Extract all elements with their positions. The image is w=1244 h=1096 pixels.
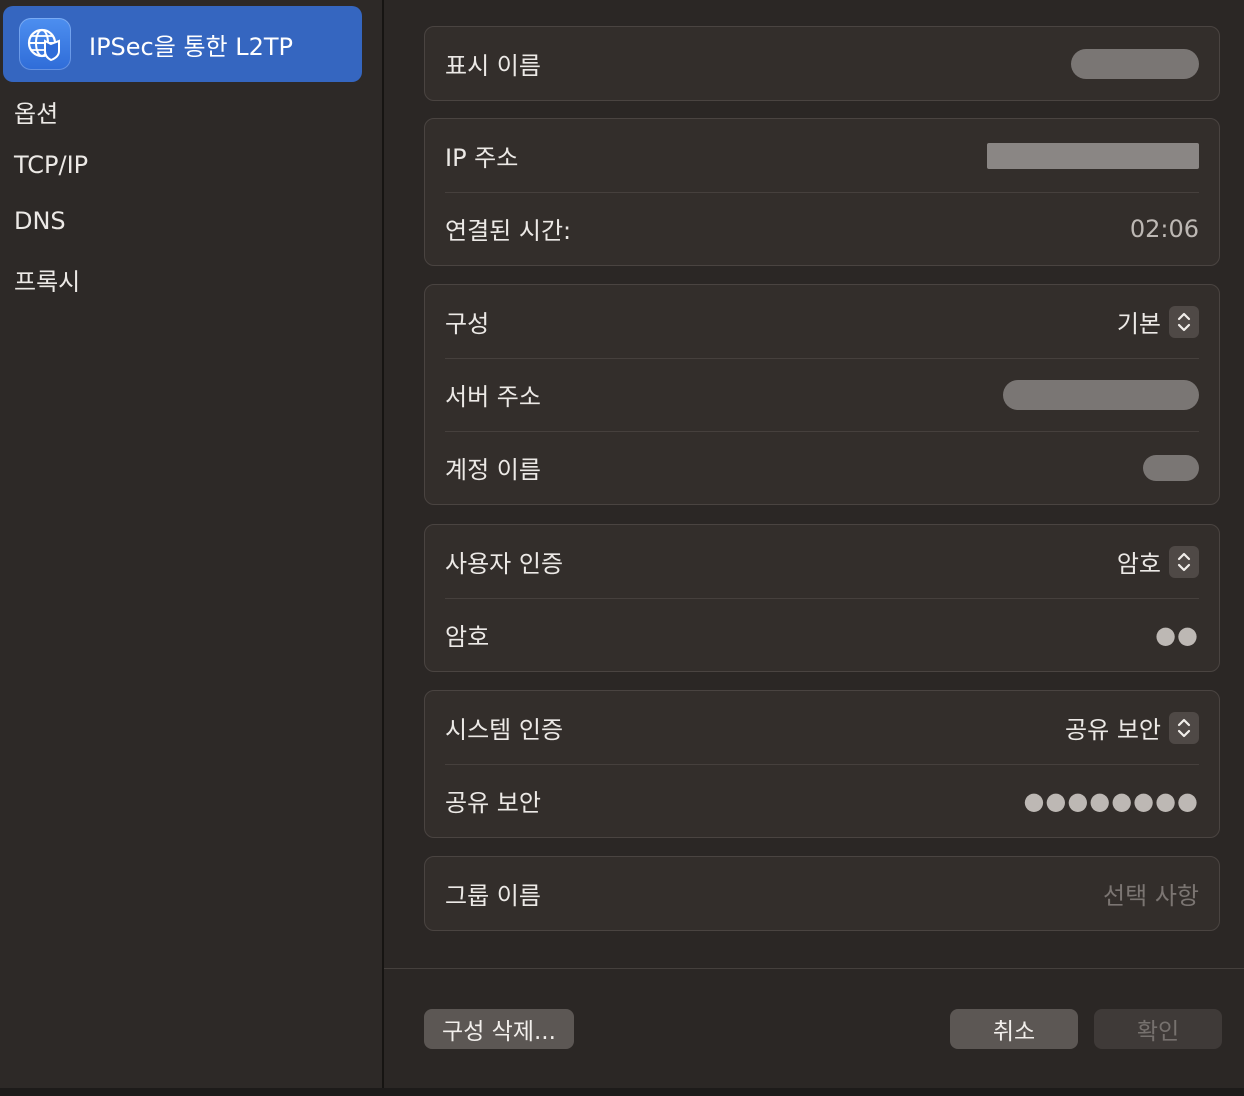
group-name-group: 그룹 이름 선택 사항 — [424, 856, 1220, 931]
shared-secret-label: 공유 보안 — [445, 789, 541, 817]
footer-divider — [384, 968, 1244, 969]
password-label: 암호 — [445, 623, 490, 651]
password-field[interactable]: ●● — [1155, 621, 1199, 649]
settings-panel: 표시 이름 IP 주소 연결된 시간: 02:06 구성 기본 서버 주소 계정… — [384, 0, 1244, 1088]
display-name-value-redacted[interactable] — [1071, 48, 1199, 79]
display-name-label: 표시 이름 — [445, 52, 541, 80]
system-auth-group: 시스템 인증 공유 보안 공유 보안 ●●●●●●●● — [424, 690, 1220, 838]
system-auth-popup[interactable]: 공유 보안 — [1065, 710, 1199, 745]
configuration-group: 구성 기본 서버 주소 계정 이름 — [424, 284, 1220, 505]
ip-address-row: IP 주소 — [425, 119, 1219, 192]
user-auth-popup[interactable]: 암호 — [1117, 544, 1199, 579]
account-name-label: 계정 이름 — [445, 456, 541, 484]
sidebar-item-dns[interactable]: DNS — [14, 207, 66, 235]
user-auth-label: 사용자 인증 — [445, 550, 564, 578]
shared-secret-field[interactable]: ●●●●●●●● — [1023, 787, 1199, 815]
server-address-value-redacted[interactable] — [1003, 379, 1199, 410]
display-name-group: 표시 이름 — [424, 26, 1220, 101]
connected-time-value: 02:06 — [1129, 214, 1199, 243]
server-address-label: 서버 주소 — [445, 383, 541, 411]
configuration-popup-value: 기본 — [1116, 310, 1161, 338]
cancel-button[interactable]: 취소 — [950, 1009, 1078, 1049]
system-auth-row: 시스템 인증 공유 보안 — [425, 691, 1219, 764]
account-name-value-redacted[interactable] — [1143, 454, 1199, 481]
display-name-row[interactable]: 표시 이름 — [425, 27, 1219, 100]
server-address-row[interactable]: 서버 주소 — [425, 358, 1219, 431]
group-name-row[interactable]: 그룹 이름 선택 사항 — [425, 857, 1219, 930]
system-auth-popup-value: 공유 보안 — [1065, 716, 1161, 744]
delete-configuration-button[interactable]: 구성 삭제... — [424, 1009, 574, 1049]
account-name-row[interactable]: 계정 이름 — [425, 431, 1219, 504]
group-name-label: 그룹 이름 — [445, 882, 541, 910]
configuration-popup[interactable]: 기본 — [1117, 304, 1199, 339]
up-down-chevron-icon — [1169, 711, 1199, 744]
sidebar-item-l2tp[interactable]: IPSec을 통한 L2TP — [3, 6, 362, 82]
ok-button[interactable]: 확인 — [1094, 1009, 1222, 1049]
shared-secret-row[interactable]: 공유 보안 ●●●●●●●● — [425, 764, 1219, 837]
window-bottom-edge — [0, 1088, 1244, 1096]
configuration-row: 구성 기본 — [425, 285, 1219, 358]
connected-time-row: 연결된 시간: 02:06 — [425, 192, 1219, 265]
sidebar-selected-label: IPSec을 통한 L2TP — [89, 32, 294, 61]
vpn-globe-shield-icon — [19, 18, 71, 70]
password-row[interactable]: 암호 ●● — [425, 598, 1219, 671]
user-auth-popup-value: 암호 — [1116, 550, 1161, 578]
connected-time-label: 연결된 시간: — [445, 217, 572, 245]
status-group: IP 주소 연결된 시간: 02:06 — [424, 118, 1220, 266]
configuration-label: 구성 — [445, 310, 490, 338]
ip-address-label: IP 주소 — [445, 144, 519, 172]
user-auth-row: 사용자 인증 암호 — [425, 525, 1219, 598]
ip-address-value-redacted — [987, 142, 1199, 169]
sidebar-item-options[interactable]: 옵션 — [14, 94, 58, 129]
sidebar-item-tcpip[interactable]: TCP/IP — [14, 151, 88, 179]
up-down-chevron-icon — [1169, 545, 1199, 578]
sidebar-item-proxy[interactable]: 프록시 — [14, 262, 80, 297]
system-auth-label: 시스템 인증 — [445, 716, 564, 744]
group-name-input[interactable]: 선택 사항 — [1103, 876, 1199, 911]
sidebar: IPSec을 통한 L2TP 옵션 TCP/IP DNS 프록시 — [0, 0, 384, 1088]
up-down-chevron-icon — [1169, 305, 1199, 338]
user-auth-group: 사용자 인증 암호 암호 ●● — [424, 524, 1220, 672]
